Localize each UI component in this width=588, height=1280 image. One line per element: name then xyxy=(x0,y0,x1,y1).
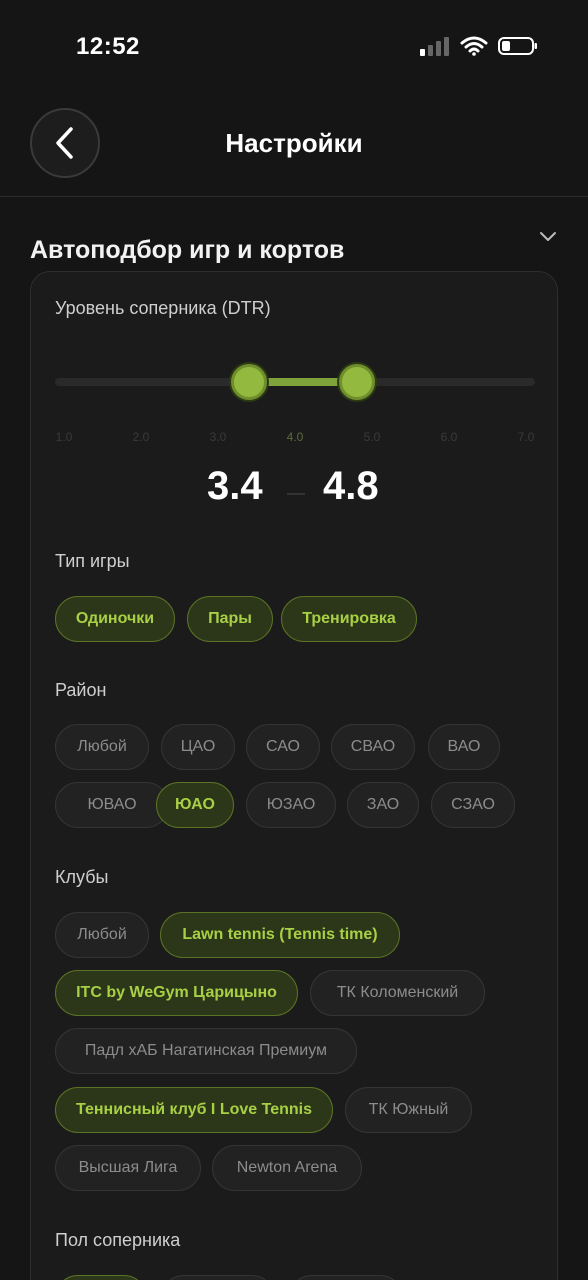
district-chip[interactable]: ЗАО xyxy=(347,782,419,828)
district-chip[interactable]: ЮЗАО xyxy=(246,782,336,828)
level-slider-min-handle[interactable] xyxy=(230,364,267,400)
game-type-chip[interactable]: Одиночки xyxy=(55,596,175,642)
club-chip[interactable]: Любой xyxy=(55,912,149,958)
gender-label: Пол соперника xyxy=(55,1230,181,1250)
section-header[interactable]: Автоподбор игр и кортов xyxy=(30,232,558,272)
page-title: Настройки xyxy=(225,128,363,158)
district-chip[interactable]: ВАО xyxy=(428,724,500,770)
chevron-down-icon[interactable] xyxy=(538,230,558,244)
club-chip[interactable]: Высшая Лига xyxy=(55,1145,201,1191)
district-chip[interactable]: ЮВАО xyxy=(55,782,169,828)
district-chip[interactable]: Любой xyxy=(55,724,149,770)
district-chip[interactable]: СВАО xyxy=(331,724,415,770)
district-chip[interactable]: ЮАО xyxy=(156,782,234,828)
clubs-label: Клубы xyxy=(55,867,109,887)
status-time: 12:52 xyxy=(76,33,140,60)
level-tick-label: 7.0 xyxy=(517,430,535,444)
club-chip[interactable]: ТК Коломенский xyxy=(310,970,485,1016)
district-label: Район xyxy=(55,680,107,700)
game-type-chip[interactable]: Пары xyxy=(187,596,273,642)
level-range-values: 3.4 4.8 xyxy=(31,464,559,514)
battery-icon xyxy=(498,37,537,55)
level-min-value: 3.4 xyxy=(207,464,263,508)
level-label: Уровень соперника (DTR) xyxy=(55,298,271,318)
club-chip[interactable]: Newton Arena xyxy=(212,1145,362,1191)
section-title: Автоподбор игр и кортов xyxy=(30,236,345,264)
club-chip[interactable]: ITC by WeGym Царицыно xyxy=(55,970,298,1016)
header-divider xyxy=(0,196,588,197)
game-type-label: Тип игры xyxy=(55,551,130,571)
district-chip[interactable]: ЦАО xyxy=(161,724,235,770)
district-chip[interactable]: СЗАО xyxy=(431,782,515,828)
level-slider-max-handle[interactable] xyxy=(338,364,375,400)
district-chip[interactable]: САО xyxy=(246,724,320,770)
wifi-icon xyxy=(460,36,488,56)
level-tick-label: 1.0 xyxy=(55,430,73,444)
range-separator xyxy=(287,493,305,495)
gender-chip[interactable] xyxy=(55,1275,147,1280)
level-tick-label: 2.0 xyxy=(132,430,150,444)
nav-bar: Настройки xyxy=(0,108,588,198)
level-tick-label: 5.0 xyxy=(363,430,381,444)
status-bar: 12:52 xyxy=(0,0,588,96)
club-chip[interactable]: Теннисный клуб I Love Tennis xyxy=(55,1087,333,1133)
club-chip[interactable]: Падл хАБ Нагатинская Премиум xyxy=(55,1028,357,1074)
status-icons xyxy=(420,36,538,56)
level-tick-label: 3.0 xyxy=(209,430,227,444)
level-tick-label: 6.0 xyxy=(440,430,458,444)
club-chip[interactable]: ТК Южный xyxy=(345,1087,472,1133)
game-type-chip[interactable]: Тренировка xyxy=(281,596,417,642)
settings-card: Уровень соперника (DTR) 1.0 2.0 3.0 4.0 5.0 6… xyxy=(30,271,558,1280)
gender-chip[interactable] xyxy=(289,1275,403,1280)
gender-chip[interactable] xyxy=(161,1275,275,1280)
level-tick-label: 4.0 xyxy=(286,430,304,444)
level-max-value: 4.8 xyxy=(323,464,379,508)
club-chip[interactable]: Lawn tennis (Tennis time) xyxy=(160,912,400,958)
cellular-signal-icon xyxy=(420,37,449,56)
